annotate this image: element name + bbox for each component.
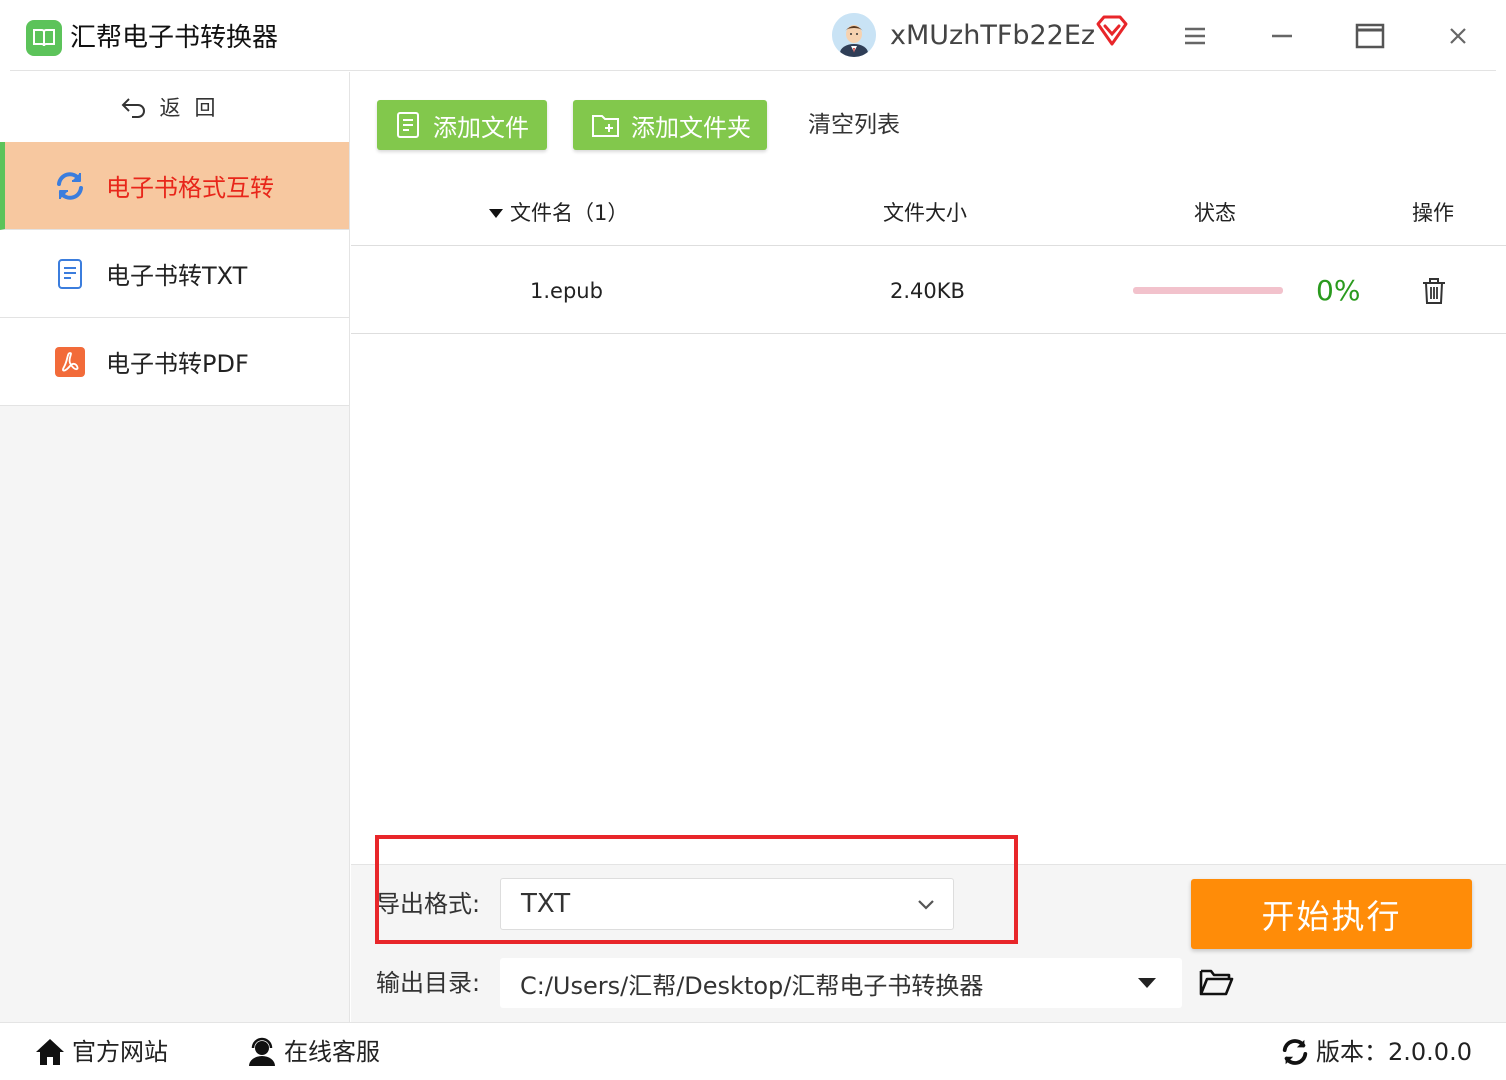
sidebar-item-label: 电子书转TXT xyxy=(106,262,248,290)
progress-bar xyxy=(1133,287,1283,294)
sort-down-icon xyxy=(489,209,503,218)
title-divider xyxy=(10,70,1496,71)
sidebar-item-label: 电子书格式互转 xyxy=(106,174,274,202)
add-folder-icon xyxy=(592,115,619,137)
menu-icon[interactable] xyxy=(1173,14,1217,58)
user-avatar[interactable] xyxy=(832,13,876,57)
add-file-icon xyxy=(397,112,419,138)
support-link[interactable]: 在线客服 xyxy=(246,1035,380,1069)
sidebar: 返回 电子书格式互转 电子书转TXT 电子书转PDF xyxy=(0,72,350,1022)
home-icon xyxy=(36,1039,64,1065)
sidebar-item-format-convert[interactable]: 电子书格式互转 xyxy=(0,142,349,230)
app-title: 汇帮电子书转换器 xyxy=(70,23,279,53)
pdf-icon xyxy=(54,346,86,378)
format-value: TXT xyxy=(521,889,571,919)
back-button[interactable]: 返回 xyxy=(0,72,349,142)
back-label: 返回 xyxy=(159,96,230,120)
output-dir-value: C:/Users/汇帮/Desktop/汇帮电子书转换器 xyxy=(520,971,984,1000)
version-info[interactable]: 版本：2.0.0.0 xyxy=(1280,1035,1472,1069)
username[interactable]: xMUzhTFb22Ez xyxy=(890,18,1095,54)
sidebar-item-to-pdf[interactable]: 电子书转PDF xyxy=(0,318,349,406)
trash-icon[interactable] xyxy=(1420,276,1448,306)
support-label: 在线客服 xyxy=(284,1038,380,1066)
footer: 官方网站 在线客服 版本：2.0.0.0 xyxy=(0,1022,1506,1080)
progress-percent: 0% xyxy=(1316,274,1361,307)
format-label: 导出格式: xyxy=(376,890,481,918)
minimize-icon[interactable] xyxy=(1260,14,1304,58)
add-file-button[interactable]: 添加文件 xyxy=(377,100,547,150)
sidebar-item-label: 电子书转PDF xyxy=(106,350,249,378)
customer-service-icon xyxy=(249,1037,275,1066)
caret-down-icon xyxy=(1138,978,1156,988)
add-folder-button[interactable]: 添加文件夹 xyxy=(573,100,767,150)
back-arrow-icon xyxy=(121,98,145,118)
book-icon xyxy=(26,20,62,56)
output-dir-select[interactable]: C:/Users/汇帮/Desktop/汇帮电子书转换器 xyxy=(500,958,1182,1008)
folder-open-icon[interactable] xyxy=(1198,966,1234,998)
file-name: 1.epub xyxy=(530,279,603,303)
file-size: 2.40KB xyxy=(890,279,965,303)
close-icon[interactable] xyxy=(1436,14,1480,58)
table-header-divider xyxy=(351,245,1506,246)
sidebar-item-to-txt[interactable]: 电子书转TXT xyxy=(0,230,349,318)
format-select[interactable]: TXT xyxy=(500,878,954,930)
add-file-label: 添加文件 xyxy=(433,113,529,142)
clear-list-button[interactable]: 清空列表 xyxy=(808,108,900,142)
column-header-action: 操作 xyxy=(1412,201,1454,225)
add-folder-label: 添加文件夹 xyxy=(631,113,751,142)
title-bar: 汇帮电子书转换器 xMUzhTFb22Ez xyxy=(0,0,1506,72)
column-header-status: 状态 xyxy=(1194,201,1236,225)
website-label: 官方网站 xyxy=(72,1038,168,1066)
version-label: 版本：2.0.0.0 xyxy=(1316,1038,1472,1066)
website-link[interactable]: 官方网站 xyxy=(34,1035,168,1069)
table-row-divider xyxy=(351,333,1506,334)
maximize-icon[interactable] xyxy=(1348,14,1392,58)
refresh-icon xyxy=(54,170,86,202)
update-icon xyxy=(1282,1039,1308,1065)
column-header-name[interactable]: 文件名（1） xyxy=(488,196,628,230)
document-icon xyxy=(54,258,86,290)
vip-diamond-icon[interactable] xyxy=(1094,14,1130,48)
start-button[interactable]: 开始执行 xyxy=(1191,879,1472,949)
output-dir-label: 输出目录: xyxy=(376,969,481,997)
chevron-down-icon xyxy=(918,900,934,910)
column-header-name-label: 文件名（1） xyxy=(510,201,629,225)
column-header-size: 文件大小 xyxy=(883,201,967,225)
